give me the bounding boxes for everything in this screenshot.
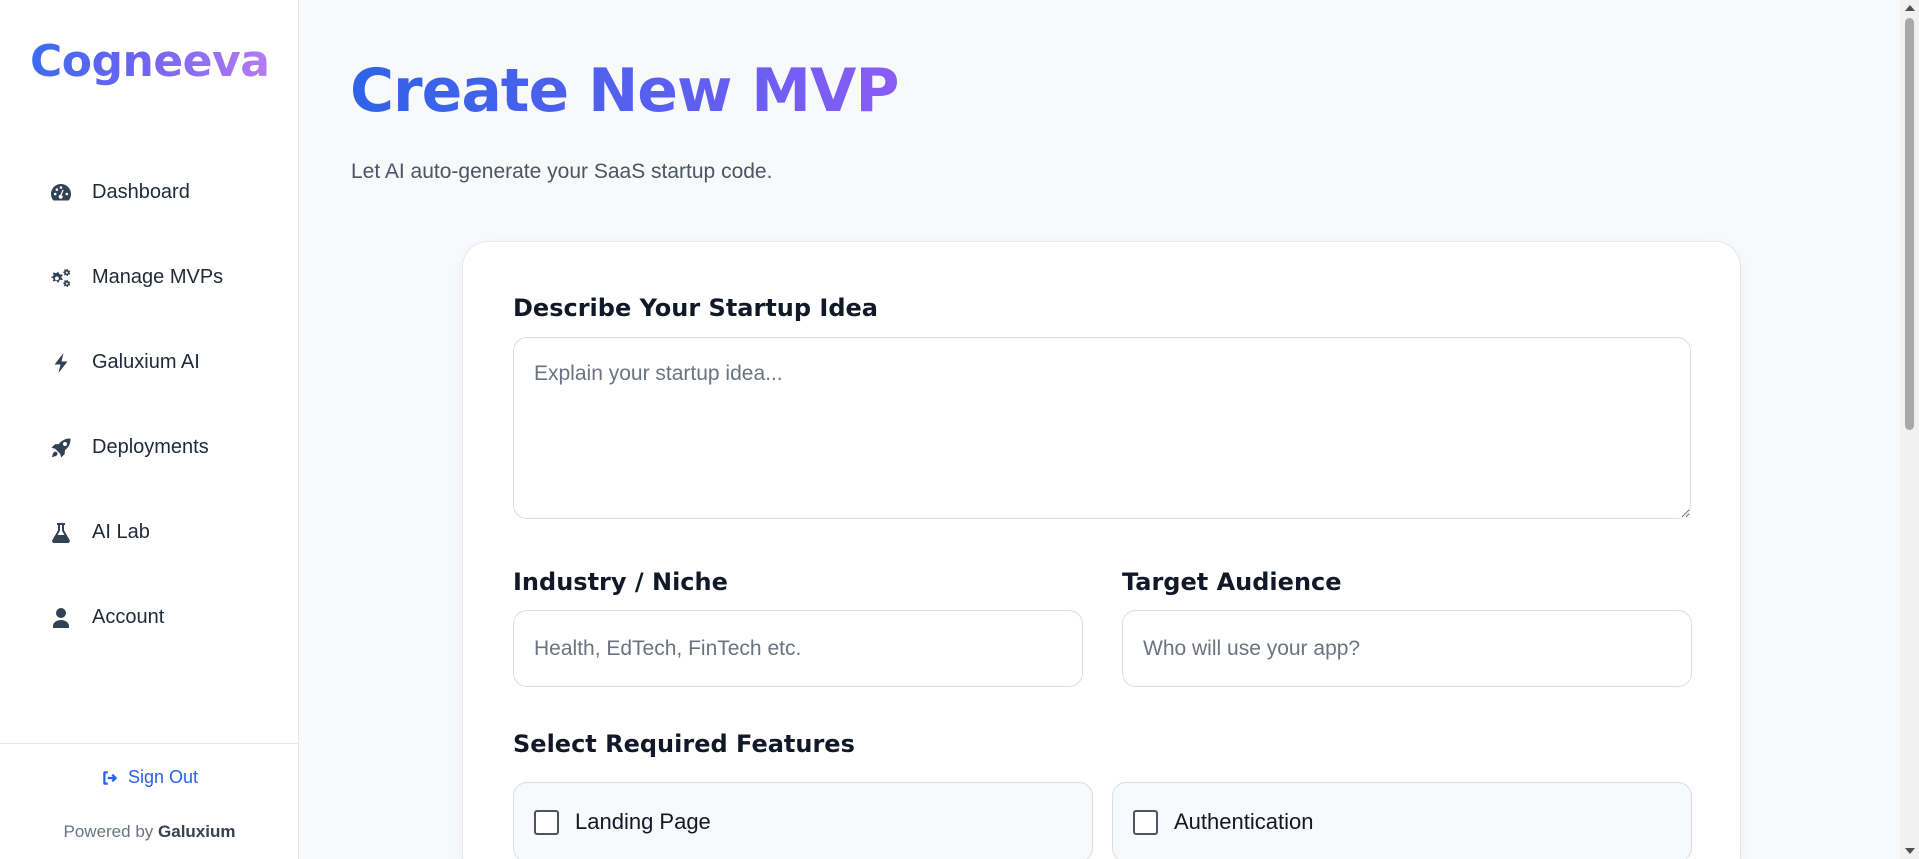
sign-out-icon xyxy=(103,770,118,785)
feature-option-authentication[interactable]: Authentication xyxy=(1112,782,1692,859)
powered-by-text: Powered by Galuxium xyxy=(0,822,299,842)
idea-label: Describe Your Startup Idea xyxy=(513,294,878,322)
gears-icon xyxy=(48,265,74,291)
gauge-icon xyxy=(48,180,74,206)
page-title: Create New MVP xyxy=(350,56,899,126)
sidebar-item-label: Dashboard xyxy=(92,181,190,203)
sidebar-item-label: Galuxium AI xyxy=(92,351,200,373)
sidebar-item-ai-lab[interactable]: AI Lab xyxy=(0,490,299,575)
authentication-checkbox[interactable] xyxy=(1133,809,1158,835)
sign-out-label: Sign Out xyxy=(127,767,199,787)
landing-page-checkbox[interactable] xyxy=(534,809,559,835)
sidebar: Cogneeva Dashboard Manage MVPs Galuxium … xyxy=(0,0,299,859)
create-mvp-form: Describe Your Startup Idea Industry / Ni… xyxy=(462,241,1741,859)
feature-label: Authentication xyxy=(1174,809,1314,834)
powered-by-brand: Galuxium xyxy=(158,822,236,841)
sidebar-item-dashboard[interactable]: Dashboard xyxy=(0,150,299,235)
audience-input[interactable] xyxy=(1122,610,1692,687)
feature-label: Landing Page xyxy=(575,809,711,834)
sidebar-nav: Dashboard Manage MVPs Galuxium AI Deploy… xyxy=(0,150,299,660)
features-label: Select Required Features xyxy=(513,730,855,758)
page-scrollbar[interactable] xyxy=(1900,0,1919,859)
sidebar-item-label: Manage MVPs xyxy=(92,266,224,288)
sidebar-item-account[interactable]: Account xyxy=(0,575,299,660)
sidebar-item-deployments[interactable]: Deployments xyxy=(0,405,299,490)
sidebar-footer: Sign Out Powered by Galuxium xyxy=(0,743,299,859)
scroll-up-icon[interactable] xyxy=(1905,5,1915,11)
scrollbar-thumb[interactable] xyxy=(1905,18,1914,430)
sidebar-item-label: AI Lab xyxy=(92,521,150,543)
rocket-icon xyxy=(48,435,74,461)
bolt-icon xyxy=(48,350,74,376)
scroll-down-icon[interactable] xyxy=(1905,848,1915,854)
industry-input[interactable] xyxy=(513,610,1083,687)
main-content: Create New MVP Let AI auto-generate your… xyxy=(300,0,1900,859)
sign-out-button[interactable]: Sign Out xyxy=(0,767,299,788)
audience-label: Target Audience xyxy=(1122,568,1342,596)
page-subtitle: Let AI auto-generate your SaaS startup c… xyxy=(351,160,773,183)
user-icon xyxy=(48,605,74,631)
brand-logo[interactable]: Cogneeva xyxy=(30,36,270,87)
sidebar-item-manage-mvps[interactable]: Manage MVPs xyxy=(0,235,299,320)
industry-label: Industry / Niche xyxy=(513,568,728,596)
sidebar-item-galuxium-ai[interactable]: Galuxium AI xyxy=(0,320,299,405)
sidebar-item-label: Deployments xyxy=(92,436,209,458)
powered-by-prefix: Powered by xyxy=(63,822,154,841)
sidebar-item-label: Account xyxy=(92,606,165,628)
flask-icon xyxy=(48,520,74,546)
idea-textarea[interactable] xyxy=(513,337,1691,519)
feature-option-landing-page[interactable]: Landing Page xyxy=(513,782,1093,859)
